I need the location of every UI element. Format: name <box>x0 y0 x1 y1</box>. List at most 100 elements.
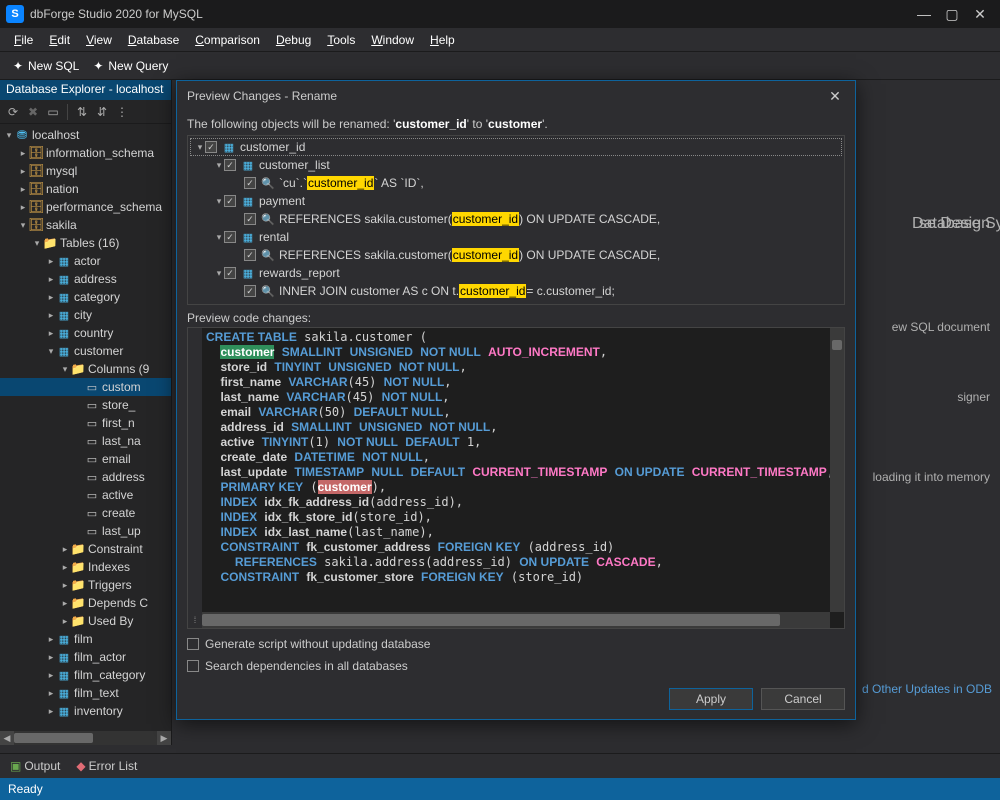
tree-node[interactable]: ▭address <box>0 468 171 486</box>
expand-icon[interactable]: ▾ <box>214 232 224 243</box>
expand-icon[interactable]: ▸ <box>46 292 56 303</box>
expand-icon[interactable]: ▸ <box>46 706 56 717</box>
checkbox-icon[interactable]: ✓ <box>244 249 256 261</box>
tree-node[interactable]: ▾⛃localhost <box>0 126 171 144</box>
expand-icon[interactable]: ▸ <box>46 310 56 321</box>
expand-icon[interactable]: ▸ <box>46 688 56 699</box>
checkbox-icon[interactable]: ✓ <box>224 159 236 171</box>
expand-icon[interactable]: ▾ <box>214 268 224 279</box>
tree-node[interactable]: ▸🗄information_schema <box>0 144 171 162</box>
expand-icon[interactable]: ▸ <box>46 670 56 681</box>
affected-object-node[interactable]: ▾✓▦rewards_report <box>190 264 842 282</box>
tree-node[interactable]: ▾🗄sakila <box>0 216 171 234</box>
checkbox-icon[interactable]: ✓ <box>205 141 217 153</box>
apply-button[interactable]: Apply <box>669 688 753 710</box>
generate-script-checkbox-row[interactable]: Generate script without updating databas… <box>187 637 845 651</box>
tree-node[interactable]: ▸📁Used By <box>0 612 171 630</box>
maximize-button[interactable]: ▢ <box>938 3 966 25</box>
minimize-button[interactable]: — <box>910 3 938 25</box>
tree-node[interactable]: ▸📁Indexes <box>0 558 171 576</box>
tree-node[interactable]: ▭custom <box>0 378 171 396</box>
expand-icon[interactable]: ▾ <box>60 364 70 375</box>
expand-icon[interactable]: ▸ <box>60 562 70 573</box>
expand-icon[interactable]: ▾ <box>4 130 14 141</box>
checkbox-icon[interactable]: ✓ <box>224 267 236 279</box>
tree-node[interactable]: ▭create <box>0 504 171 522</box>
expand-icon[interactable]: ▾ <box>195 142 205 153</box>
checkbox-icon[interactable]: ✓ <box>224 195 236 207</box>
tree-node[interactable]: ▸▦city <box>0 306 171 324</box>
checkbox-icon[interactable]: ✓ <box>244 213 256 225</box>
tree-node[interactable]: ▾▦customer <box>0 342 171 360</box>
scrollbar-thumb[interactable] <box>202 614 780 626</box>
menu-debug[interactable]: Debug <box>268 30 319 50</box>
tree-node[interactable]: ▸🗄mysql <box>0 162 171 180</box>
checkbox-icon[interactable] <box>187 660 199 672</box>
output-tab[interactable]: ▣ Output <box>6 757 64 775</box>
expand-icon[interactable]: ▾ <box>214 196 224 207</box>
split-grip-icon[interactable]: ⁞ <box>188 612 202 628</box>
affected-object-node[interactable]: ▾✓▦payment <box>190 192 842 210</box>
tree-node[interactable]: ▸▦address <box>0 270 171 288</box>
code-v-scrollbar[interactable] <box>830 328 844 612</box>
tree-node[interactable]: ▭last_na <box>0 432 171 450</box>
expand-icon[interactable]: ▸ <box>18 202 28 213</box>
menu-window[interactable]: Window <box>363 30 422 50</box>
scrollbar-thumb[interactable] <box>14 733 93 743</box>
scroll-right-icon[interactable]: ▶ <box>157 731 171 745</box>
expand-icon[interactable]: ▸ <box>60 544 70 555</box>
tree-node[interactable]: ▸▦actor <box>0 252 171 270</box>
tree-node[interactable]: ▸🗄nation <box>0 180 171 198</box>
expand-icon[interactable]: ▸ <box>46 634 56 645</box>
expand-icon[interactable]: ▸ <box>46 328 56 339</box>
delete-icon[interactable]: ✖ <box>24 103 42 121</box>
refresh-icon[interactable]: ⟳ <box>4 103 22 121</box>
tree-node[interactable]: ▸▦country <box>0 324 171 342</box>
search-deps-checkbox-row[interactable]: Search dependencies in all databases <box>187 659 845 673</box>
expand-icon[interactable]: ▸ <box>46 652 56 663</box>
checkbox-icon[interactable]: ✓ <box>224 231 236 243</box>
affected-object-node[interactable]: ✓🔍`cu`.`customer_id` AS `ID`, <box>190 174 842 192</box>
expand-icon[interactable]: ▾ <box>214 160 224 171</box>
checkbox-icon[interactable]: ✓ <box>244 177 256 189</box>
affected-object-node[interactable]: ▾✓▦customer_list <box>190 156 842 174</box>
expand-icon[interactable]: ▾ <box>18 220 28 231</box>
more-icon[interactable]: ⋮ <box>113 103 131 121</box>
menu-database[interactable]: Database <box>120 30 187 50</box>
menu-comparison[interactable]: Comparison <box>187 30 268 50</box>
menu-file[interactable]: File <box>6 30 41 50</box>
tree-node[interactable]: ▭first_n <box>0 414 171 432</box>
tree-node[interactable]: ▸📁Depends C <box>0 594 171 612</box>
expand-icon[interactable]: ▸ <box>60 616 70 627</box>
filter-icon[interactable]: ⇅ <box>73 103 91 121</box>
tree-node[interactable]: ▾📁Tables (16) <box>0 234 171 252</box>
menu-tools[interactable]: Tools <box>319 30 363 50</box>
tree-node[interactable]: ▭email <box>0 450 171 468</box>
pin-icon[interactable]: ⇵ <box>93 103 111 121</box>
expand-icon[interactable]: ▸ <box>60 598 70 609</box>
collapse-icon[interactable]: ▭ <box>44 103 62 121</box>
expand-icon[interactable]: ▾ <box>46 346 56 357</box>
expand-icon[interactable]: ▸ <box>18 166 28 177</box>
close-window-button[interactable]: ✕ <box>966 3 994 25</box>
expand-icon[interactable]: ▸ <box>46 274 56 285</box>
tree-node[interactable]: ▸▦category <box>0 288 171 306</box>
tree-node[interactable]: ▾📁Columns (9 <box>0 360 171 378</box>
error-list-tab[interactable]: ◆ Error List <box>72 757 141 775</box>
tree-node[interactable]: ▭store_ <box>0 396 171 414</box>
tree-node[interactable]: ▸📁Constraint <box>0 540 171 558</box>
affected-object-node[interactable]: ▾✓▦rental <box>190 228 842 246</box>
affected-object-node[interactable]: ✓🔍INNER JOIN customer AS c ON t.customer… <box>190 282 842 300</box>
affected-object-node[interactable]: ✓🔍REFERENCES sakila.customer(customer_id… <box>190 210 842 228</box>
scroll-left-icon[interactable]: ◀ <box>0 731 14 745</box>
explorer-h-scrollbar[interactable]: ◀ ▶ <box>0 731 171 745</box>
expand-icon[interactable]: ▸ <box>60 580 70 591</box>
tree-node[interactable]: ▸▦film_text <box>0 684 171 702</box>
tree-node[interactable]: ▸▦inventory <box>0 702 171 720</box>
scrollbar-thumb[interactable] <box>832 340 842 350</box>
affected-object-node[interactable]: ▾✓▦customer_id <box>190 138 842 156</box>
menu-view[interactable]: View <box>78 30 120 50</box>
expand-icon[interactable]: ▸ <box>46 256 56 267</box>
tree-node[interactable]: ▸📁Triggers <box>0 576 171 594</box>
code-h-scrollbar[interactable] <box>202 612 830 628</box>
